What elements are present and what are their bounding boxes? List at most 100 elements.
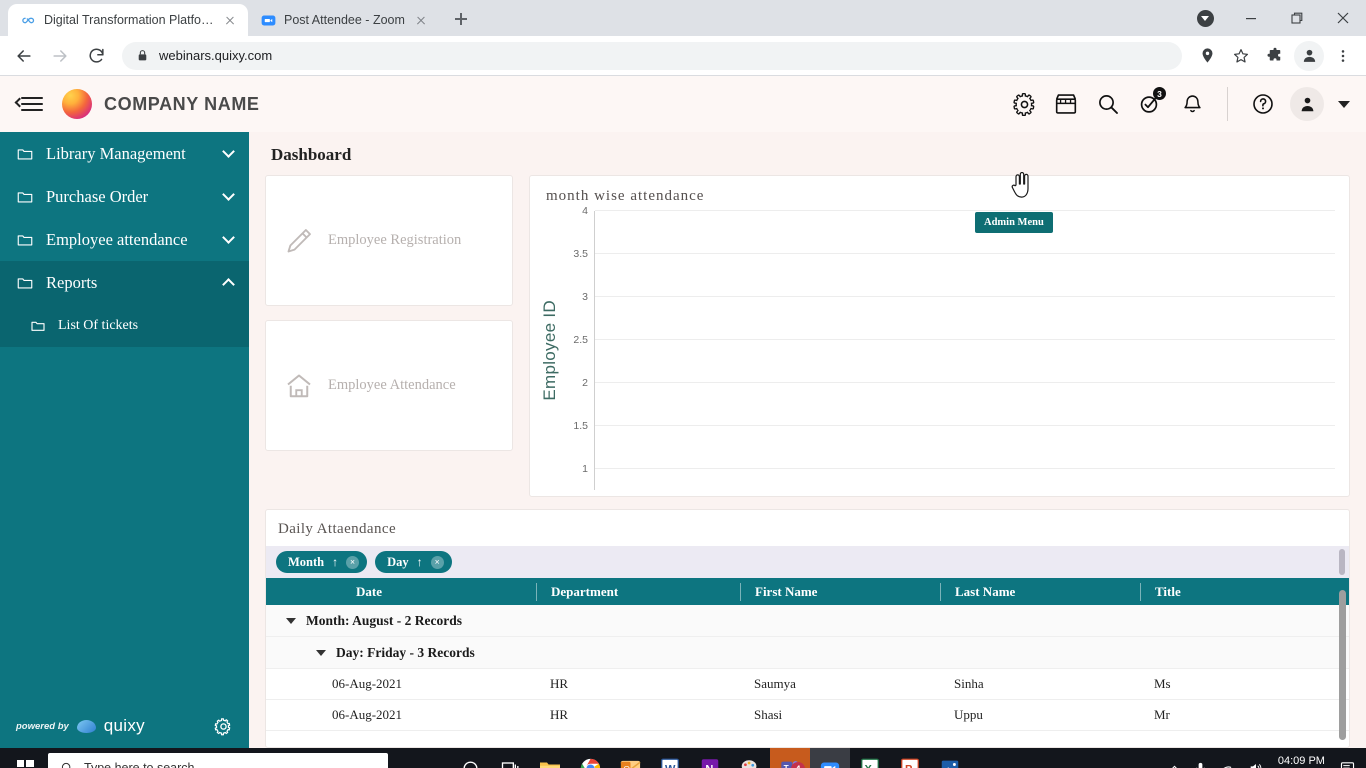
table-scrollbar[interactable]: [1339, 590, 1346, 747]
column-header-department[interactable]: Department: [536, 582, 740, 601]
cortana-icon[interactable]: [450, 748, 490, 768]
cell-first-name: Saumya: [754, 676, 796, 691]
show-hidden-icons[interactable]: [1168, 762, 1181, 768]
folder-icon: [16, 145, 34, 163]
photos-icon[interactable]: [930, 748, 970, 768]
group-chip-month[interactable]: Month ↑ ×: [276, 551, 368, 573]
avatar[interactable]: [1290, 87, 1324, 121]
notifications-icon[interactable]: [1339, 760, 1356, 768]
column-header-date[interactable]: Date: [266, 583, 536, 601]
page-title: Dashboard: [271, 145, 352, 164]
table-scrollbar-thumb[interactable]: [1339, 590, 1346, 740]
back-button[interactable]: [8, 40, 40, 72]
table-row[interactable]: 06-Aug-2021 HR Saumya Sinha Ms: [266, 669, 1349, 700]
sidebar-item-reports[interactable]: Reports: [0, 261, 249, 304]
task-view-icon[interactable]: [490, 748, 530, 768]
wifi-icon[interactable]: [1220, 760, 1236, 768]
account-dropdown-icon[interactable]: [1338, 100, 1350, 108]
notification-bell-icon[interactable]: [1177, 89, 1207, 119]
chip-remove-icon[interactable]: ×: [346, 555, 360, 569]
tab-close-icon[interactable]: [222, 12, 238, 28]
bookmark-star-icon[interactable]: [1226, 41, 1256, 71]
powerpoint-icon[interactable]: P: [890, 748, 930, 768]
expand-triangle-icon[interactable]: [286, 617, 296, 624]
sidebar-group-reports: Reports List Of tickets: [0, 261, 249, 347]
sidebar-subitem-label: List Of tickets: [58, 317, 139, 333]
window-controls: [1182, 0, 1366, 36]
chip-remove-icon[interactable]: ×: [430, 555, 444, 569]
group-row-day[interactable]: Day: Friday - 3 Records: [266, 637, 1349, 669]
sort-asc-icon[interactable]: ↑: [332, 555, 338, 570]
dashboard-cards: Employee Registration Employee Attendanc…: [265, 175, 513, 497]
onenote-icon[interactable]: N: [690, 748, 730, 768]
group-row-month[interactable]: Month: August - 2 Records: [266, 605, 1349, 637]
chips-scrollbar-thumb[interactable]: [1339, 549, 1345, 575]
forward-button[interactable]: [44, 40, 76, 72]
taskbar-search-input[interactable]: Type here to search: [48, 753, 388, 768]
minimize-icon[interactable]: [1228, 0, 1274, 36]
browser-tab-0[interactable]: Digital Transformation Platform: [8, 4, 248, 36]
cell-last-name: Sinha: [954, 676, 984, 691]
chart-gridline: [595, 381, 1335, 383]
paint-icon[interactable]: [730, 748, 770, 768]
microphone-icon[interactable]: [1193, 761, 1208, 768]
sidebar-item-library-management[interactable]: Library Management: [0, 132, 249, 175]
browser-tab-1[interactable]: Post Attendee - Zoom: [248, 4, 439, 36]
tasks-check-icon[interactable]: 3: [1135, 87, 1166, 119]
table-row[interactable]: 06-Aug-2021 HR Shasi Uppu Mr: [266, 700, 1349, 731]
chrome-menu-icon[interactable]: [1328, 41, 1358, 71]
maximize-icon[interactable]: [1274, 0, 1320, 36]
chevron-down-icon[interactable]: [222, 188, 235, 201]
chevron-down-icon[interactable]: [222, 145, 235, 158]
search-icon[interactable]: [1093, 89, 1123, 119]
expand-triangle-icon[interactable]: [316, 649, 326, 656]
outlook-icon[interactable]: O: [610, 748, 650, 768]
start-button[interactable]: [2, 748, 48, 768]
excel-icon[interactable]: X: [850, 748, 890, 768]
card-employee-registration[interactable]: Employee Registration: [265, 175, 513, 306]
help-icon[interactable]: [1248, 89, 1278, 119]
sidebar-item-employee-attendance[interactable]: Employee attendance: [0, 218, 249, 261]
address-bar-url: webinars.quixy.com: [159, 48, 273, 63]
folder-icon: [16, 231, 34, 249]
browser-toolbar: webinars.quixy.com: [0, 36, 1366, 76]
hamburger-collapse-icon[interactable]: [14, 87, 50, 121]
sidebar-item-list-of-tickets[interactable]: List Of tickets: [0, 304, 249, 347]
pen-icon: [284, 226, 314, 256]
close-icon[interactable]: [1320, 0, 1366, 36]
sidebar-item-purchase-order[interactable]: Purchase Order: [0, 175, 249, 218]
profile-icon[interactable]: [1294, 40, 1324, 71]
address-bar[interactable]: webinars.quixy.com: [122, 41, 1182, 70]
settings-gear-icon[interactable]: [1009, 89, 1039, 119]
sidebar-item-label: Reports: [46, 272, 98, 292]
chrome-icon[interactable]: [570, 748, 610, 768]
column-header-last-name[interactable]: Last Name: [940, 582, 1140, 601]
column-header-title[interactable]: Title: [1140, 582, 1349, 601]
sort-asc-icon[interactable]: ↑: [417, 555, 423, 570]
group-chip-day[interactable]: Day ↑ ×: [375, 551, 452, 573]
file-explorer-icon[interactable]: [530, 748, 570, 768]
chart-y-tick: 3: [582, 290, 588, 303]
store-icon[interactable]: [1051, 89, 1081, 119]
location-pin-icon[interactable]: [1192, 41, 1222, 71]
download-icon[interactable]: [1182, 0, 1228, 36]
brand-name: COMPANY NAME: [104, 93, 260, 114]
system-tray: 04:09 PM 12-08-2021: [1168, 754, 1364, 768]
chevron-up-icon[interactable]: [222, 277, 235, 291]
card-label: Employee Attendance: [328, 377, 456, 393]
word-icon[interactable]: W: [650, 748, 690, 768]
column-header-first-name[interactable]: First Name: [740, 582, 940, 601]
taskbar-clock[interactable]: 04:09 PM 12-08-2021: [1276, 754, 1327, 768]
reload-button[interactable]: [80, 40, 112, 72]
zoom-icon[interactable]: [810, 748, 850, 768]
volume-icon[interactable]: [1248, 760, 1264, 768]
new-tab-button[interactable]: [447, 5, 475, 33]
sidebar-settings-gear-icon[interactable]: [214, 717, 233, 736]
tab-close-icon[interactable]: [413, 12, 429, 28]
svg-text:O: O: [623, 763, 630, 768]
teams-icon[interactable]: T 4: [770, 748, 810, 768]
card-employee-attendance[interactable]: Employee Attendance: [265, 320, 513, 451]
chevron-down-icon[interactable]: [222, 231, 235, 244]
extensions-puzzle-icon[interactable]: [1260, 41, 1290, 71]
chart-y-tick: 1.5: [573, 419, 588, 432]
